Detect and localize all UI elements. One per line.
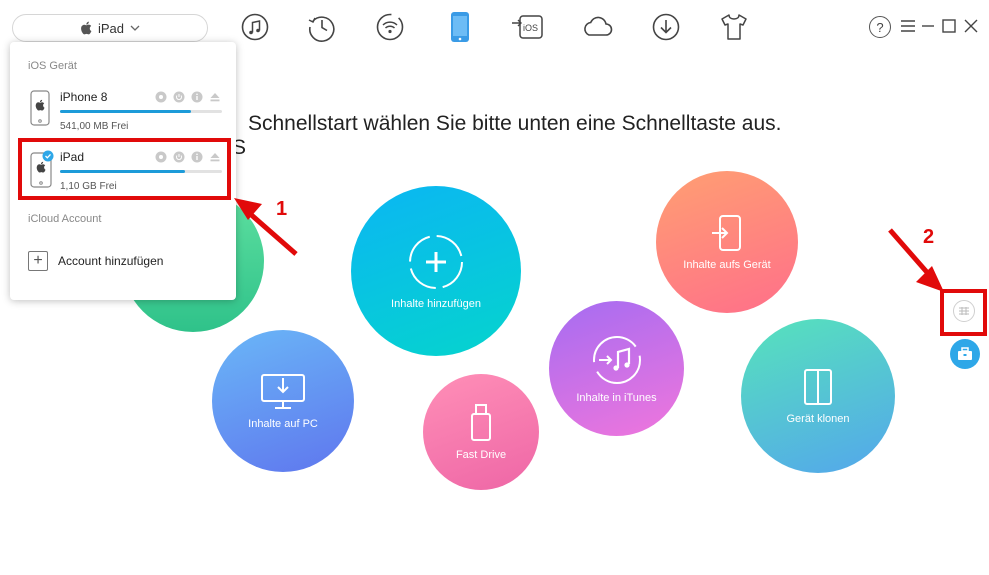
shortcut-to-pc-label: Inhalte auf PC <box>248 418 318 430</box>
shortcut-add-content-label: Inhalte hinzufügen <box>391 298 481 310</box>
power-icon[interactable] <box>172 90 185 103</box>
to-itunes-icon <box>592 335 641 384</box>
shortcut-to-itunes-label: Inhalte in iTunes <box>576 391 657 404</box>
annotation-arrow-1 <box>234 198 298 256</box>
device-icon[interactable] <box>443 10 477 44</box>
wifi-sync-icon[interactable] <box>373 10 407 44</box>
add-account-label: Account hinzufügen <box>58 254 164 268</box>
quickstart-heading: Schnellstart wählen Sie bitte unten eine… <box>248 112 782 135</box>
minimize-icon[interactable] <box>918 16 938 36</box>
add-account-button[interactable]: + Account hinzufügen <box>28 251 163 271</box>
ios-transfer-icon[interactable]: iOS <box>511 10 545 44</box>
help-label: ? <box>876 19 884 35</box>
settings-icon[interactable] <box>154 90 167 103</box>
help-icon[interactable]: ? <box>869 16 891 38</box>
highlight-box-grid <box>940 289 987 336</box>
info-icon[interactable] <box>190 90 203 103</box>
close-icon[interactable] <box>961 16 981 36</box>
section-ios-devices: iOS Gerät <box>28 60 77 72</box>
tshirt-icon[interactable] <box>717 10 751 44</box>
storage-bar-fill <box>60 110 192 113</box>
device-name: iPhone 8 <box>60 90 108 104</box>
highlight-box-ipad <box>18 138 231 200</box>
storage-bar <box>60 110 222 113</box>
history-icon[interactable] <box>305 10 339 44</box>
shortcut-to-device-label: Inhalte aufs Gerät <box>683 259 771 271</box>
annotation-marker-2: 2 <box>923 226 935 248</box>
plus-icon: + <box>28 251 48 271</box>
device-row-iphone[interactable]: iPhone 8 541,00 MB Frei <box>10 86 236 144</box>
maximize-icon[interactable] <box>939 16 959 36</box>
clone-device-icon <box>804 369 832 405</box>
device-select[interactable]: iPad <box>12 14 208 42</box>
device-select-label: iPad <box>97 20 125 36</box>
device-free-space: 541,00 MB Frei <box>60 121 129 132</box>
music-icon[interactable] <box>238 10 272 44</box>
annotation-arrow-2 <box>888 228 944 292</box>
shortcut-clone-device-label: Gerät klonen <box>786 413 850 425</box>
add-content-icon <box>409 235 463 289</box>
toolkit-button[interactable] <box>950 339 980 369</box>
shortcut-fast-drive[interactable]: Fast Drive <box>423 374 539 490</box>
shortcut-fast-drive-label: Fast Drive <box>455 449 507 461</box>
toolbox-icon <box>958 347 972 360</box>
apple-logo-icon <box>81 21 92 35</box>
svg-text:iOS: iOS <box>523 23 538 33</box>
section-icloud: iCloud Account <box>28 213 102 225</box>
chevron-down-icon <box>130 25 140 31</box>
shortcut-to-itunes[interactable]: Inhalte in iTunes <box>549 301 684 436</box>
download-icon[interactable] <box>649 10 683 44</box>
iphone-icon <box>30 90 50 126</box>
to-pc-icon <box>261 374 305 409</box>
to-device-icon <box>712 215 741 251</box>
cloud-icon[interactable] <box>580 10 614 44</box>
shortcut-clone-device[interactable]: Gerät klonen <box>741 319 895 473</box>
eject-icon[interactable] <box>208 90 221 103</box>
menu-icon[interactable] <box>898 16 918 36</box>
shortcut-add-content[interactable]: Inhalte hinzufügen <box>351 186 521 356</box>
shortcut-to-device[interactable]: Inhalte aufs Gerät <box>656 171 798 313</box>
usb-drive-icon <box>471 404 491 441</box>
annotation-marker-1: 1 <box>276 198 288 220</box>
shortcut-to-pc[interactable]: Inhalte auf PC <box>212 330 354 472</box>
